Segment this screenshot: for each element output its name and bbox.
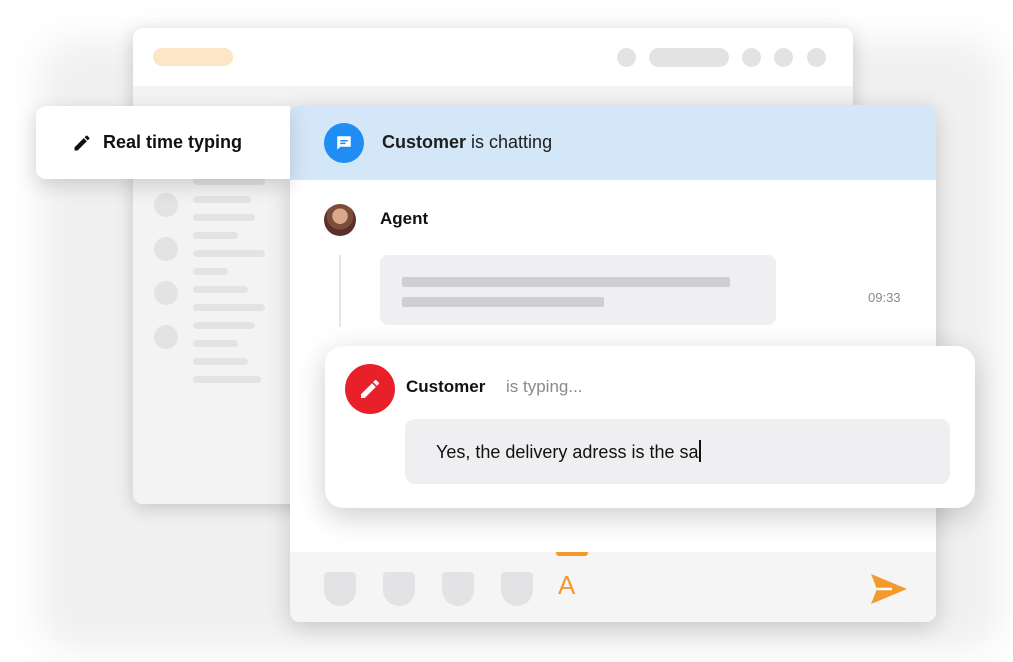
feature-label-text: Real time typing <box>103 132 243 152</box>
toolbar-button-2[interactable] <box>383 572 415 606</box>
chat-status-text: Customer is chatting <box>382 132 552 153</box>
skeleton-line <box>193 178 265 185</box>
message-timestamp: 09:33 <box>868 290 901 305</box>
agent-name: Agent <box>380 209 429 228</box>
titlebar-dot <box>807 48 826 67</box>
chat-customer-name: Customer <box>382 132 467 152</box>
skeleton-line <box>193 214 255 221</box>
agent-avatar <box>324 204 356 236</box>
toolbar-button-1[interactable] <box>324 572 356 606</box>
skeleton-line <box>193 196 251 203</box>
message-placeholder-line <box>402 277 730 287</box>
skeleton-avatar <box>154 193 178 217</box>
pencil-icon <box>345 364 395 414</box>
skeleton-line <box>193 232 238 239</box>
active-tool-indicator <box>556 552 588 556</box>
skeleton-avatar <box>154 325 178 349</box>
typing-preview-field: Yes, the delivery adress is the sa <box>405 419 950 484</box>
chat-status: is chatting <box>471 132 553 152</box>
skeleton-avatar <box>154 237 178 261</box>
text-caret <box>699 440 702 462</box>
titlebar-dot <box>774 48 793 67</box>
typing-status: is typing... <box>506 377 583 396</box>
typing-preview-text: Yes, the delivery adress is the sa <box>436 442 699 462</box>
skeleton-line <box>193 268 228 275</box>
titlebar-dot <box>617 48 636 67</box>
send-icon[interactable] <box>870 572 908 606</box>
thread-line <box>339 255 341 327</box>
toolbar-button-3[interactable] <box>442 572 474 606</box>
skeleton-avatar <box>154 281 178 305</box>
skeleton-line <box>193 358 248 365</box>
window-titlebar <box>133 28 853 86</box>
chat-bubble-icon <box>324 123 364 163</box>
typing-preview-text-wrap: Yes, the delivery adress is the sa <box>436 440 702 463</box>
chat-header: Customer is chatting <box>290 105 936 180</box>
titlebar-dot <box>742 48 761 67</box>
skeleton-line <box>193 322 255 329</box>
skeleton-line <box>193 250 265 257</box>
skeleton-line <box>193 286 248 293</box>
agent-message-bubble <box>380 255 776 325</box>
typing-indicator-card: Customer is typing... Yes, the delivery … <box>325 346 975 508</box>
composer-toolbar: A <box>290 552 936 622</box>
toolbar-button-4[interactable] <box>501 572 533 606</box>
skeleton-line <box>193 376 261 383</box>
text-format-button[interactable]: A <box>558 570 575 601</box>
skeleton-line <box>193 340 238 347</box>
message-placeholder-line <box>402 297 604 307</box>
typing-customer-name: Customer <box>406 377 486 396</box>
skeleton-line <box>193 304 265 311</box>
feature-label-card: Real time typing <box>36 106 290 179</box>
pencil-icon <box>74 135 90 151</box>
titlebar-pill <box>649 48 729 67</box>
app-logo-placeholder <box>153 48 233 66</box>
